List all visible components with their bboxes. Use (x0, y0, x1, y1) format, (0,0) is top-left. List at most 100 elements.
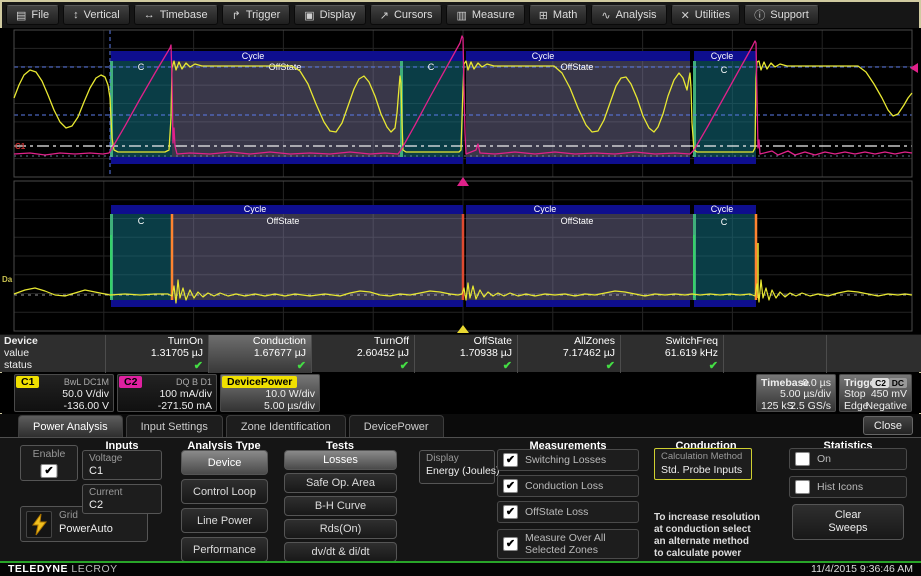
checkbox[interactable]: ✔ (503, 479, 518, 493)
svg-text:OffState: OffState (269, 62, 302, 72)
menu-trigger[interactable]: ↱ Trigger (222, 5, 291, 25)
menu-timebase[interactable]: ↔ Timebase (134, 5, 218, 25)
analysis-btn-device[interactable]: Device (181, 450, 268, 475)
menu-label: Vertical (84, 9, 120, 21)
test-btn-safe-op-area[interactable]: Safe Op. Area (284, 473, 397, 493)
analysis-btn-line-power[interactable]: Line Power (181, 508, 268, 533)
enable-checkbox[interactable]: ✔ (41, 464, 58, 478)
checkbox[interactable] (795, 452, 810, 466)
measure-column-turnon: TurnOn1.31705 µJ✔ (106, 335, 209, 373)
checkbox[interactable]: ✔ (503, 453, 518, 467)
calc-method-value: Std. Probe Inputs (661, 464, 742, 476)
measure-name: AllZones (574, 335, 615, 347)
measure-name: SwitchFreq (665, 335, 718, 347)
menu-label: Trigger (246, 9, 280, 21)
grid-label: Grid (59, 510, 78, 521)
menu-cursors[interactable]: ↗Cursors (370, 5, 443, 25)
tab-input-settings[interactable]: Input Settings (126, 415, 223, 437)
panel-tabs: Power AnalysisInput SettingsZone Identif… (18, 415, 444, 437)
analysis-btn-performance[interactable]: Performance (181, 537, 268, 562)
svg-text:Cycle: Cycle (711, 204, 734, 214)
status-check-icon: ✔ (194, 359, 203, 372)
timebase-descriptor[interactable]: Timebase 0.0 µs 5.00 µs/div 125 kS 2.5 G… (756, 374, 836, 412)
voltage-value: C1 (89, 465, 103, 477)
menu-display[interactable]: ▣Display (294, 5, 365, 25)
measurement-option[interactable]: ✔Switching Losses (497, 449, 639, 471)
status-check-icon: ✔ (503, 359, 512, 372)
analysis-btn-control-loop[interactable]: Control Loop (181, 479, 268, 504)
channel-c2-descriptor[interactable]: C2 DQ B D1 100 mA/div -271.50 mA (117, 374, 217, 412)
trigger-icon: ↱ (232, 9, 241, 22)
row-label: status (4, 359, 32, 371)
devicepower-descriptor[interactable]: DevicePower 10.0 W/div 5.00 µs/div (220, 374, 320, 412)
channel-c1-descriptor[interactable]: C1 BwL DC1M 50.0 V/div -136.00 V (14, 374, 114, 412)
c2-offset: -271.50 mA (158, 400, 212, 412)
calculation-method-button[interactable]: Calculation Method Std. Probe Inputs (654, 448, 752, 480)
row-label: Device (4, 335, 38, 347)
menu-measure[interactable]: ▥Measure (446, 5, 524, 25)
analysis-icon: ∿ (601, 9, 610, 22)
close-button[interactable]: Close (863, 416, 913, 435)
statistics-option[interactable]: On (789, 448, 907, 470)
svg-text:C: C (428, 62, 435, 72)
current-value: C2 (89, 499, 103, 511)
test-btn-rds-on-[interactable]: Rds(On) (284, 519, 397, 539)
panel-content: Enable ✔ Grid PowerAuto Inputs Voltage C… (0, 437, 921, 561)
measure-value: 61.619 kHz (665, 347, 718, 359)
menu-support[interactable]: ⓘSupport (744, 5, 819, 25)
enable-group[interactable]: Enable ✔ (20, 445, 78, 481)
menu-label: Cursors (394, 9, 433, 21)
conduction-note: To increase resolution at conduction sel… (654, 512, 760, 560)
status-check-icon: ✔ (297, 359, 306, 372)
current-label: Current (89, 487, 122, 498)
tab-devicepower[interactable]: DevicePower (349, 415, 444, 437)
display-label: Display (426, 453, 459, 464)
current-input[interactable]: Current C2 (82, 484, 162, 514)
menu-utilities[interactable]: ✕Utilities (671, 5, 741, 25)
svg-text:OffState: OffState (267, 216, 300, 226)
measure-label-column: Devicevaluestatus (0, 335, 106, 373)
timebase-scale: 5.00 µs/div (780, 388, 831, 400)
c1-chip: C1 (16, 376, 39, 388)
checkbox[interactable]: ✔ (503, 537, 518, 551)
timebase-icon: ↔ (144, 9, 155, 21)
devicepower-timebase: 5.00 µs/div (264, 400, 315, 412)
trigger-descriptor[interactable]: Trigger C2 DC Stop 450 mV Edge Negative (839, 374, 912, 412)
menu-file[interactable]: ▤File (6, 5, 59, 25)
measurement-option[interactable]: ✔ Measure Over All Selected Zones (497, 529, 639, 559)
display-group[interactable]: Display Energy (Joules) (419, 450, 495, 484)
measurement-option[interactable]: ✔Conduction Loss (497, 475, 639, 497)
test-btn-b-h-curve[interactable]: B-H Curve (284, 496, 397, 516)
checkbox[interactable]: ✔ (503, 505, 518, 519)
waveform-display[interactable]: CycleCycleCycleCCCOffStateOffStateCycleC… (0, 28, 921, 334)
status-check-icon: ✔ (400, 359, 409, 372)
test-btn-losses[interactable]: Losses (284, 450, 397, 470)
math-icon: ⊞ (539, 9, 548, 22)
measure-value: 1.67677 µJ (254, 347, 306, 359)
tab-zone-identification[interactable]: Zone Identification (226, 415, 346, 437)
trigger-level: 450 mV (871, 388, 907, 400)
svg-text:OffState: OffState (561, 62, 594, 72)
measurement-option[interactable]: ✔ OffState Loss (497, 501, 639, 523)
measure-column-allzones: AllZones7.17462 µJ✔ (518, 335, 621, 373)
checkbox-label: OffState Loss (525, 506, 588, 518)
menu-bar: ▤File↕Vertical ↔ Timebase ↱ Trigger ▣Display↗… (2, 2, 919, 28)
menu-analysis[interactable]: ∿Analysis (591, 5, 666, 25)
menu-label: Utilities (695, 9, 730, 21)
c1-coupling: BwL DC1M (64, 377, 109, 387)
status-check-icon: ✔ (709, 359, 718, 372)
clear-sweeps-button[interactable]: Clear Sweeps (792, 504, 904, 540)
menu-label: Timebase (160, 9, 208, 21)
checkbox[interactable] (795, 480, 810, 494)
voltage-input[interactable]: Voltage C1 (82, 450, 162, 480)
menu-vertical[interactable]: ↕Vertical (63, 5, 130, 25)
menu-math[interactable]: ⊞Math (529, 5, 588, 25)
test-btn-dv-dt-di-dt[interactable]: dv/dt & di/dt (284, 542, 397, 562)
statistics-option[interactable]: Hist Icons (789, 476, 907, 498)
menu-label: Display (320, 9, 356, 21)
checkbox-label: Measure Over All Selected Zones (525, 532, 606, 556)
tab-power-analysis[interactable]: Power Analysis (18, 415, 123, 437)
support-icon: ⓘ (754, 7, 765, 23)
measure-value: 2.60452 µJ (357, 347, 409, 359)
trigger-slope: Negative (866, 400, 907, 412)
